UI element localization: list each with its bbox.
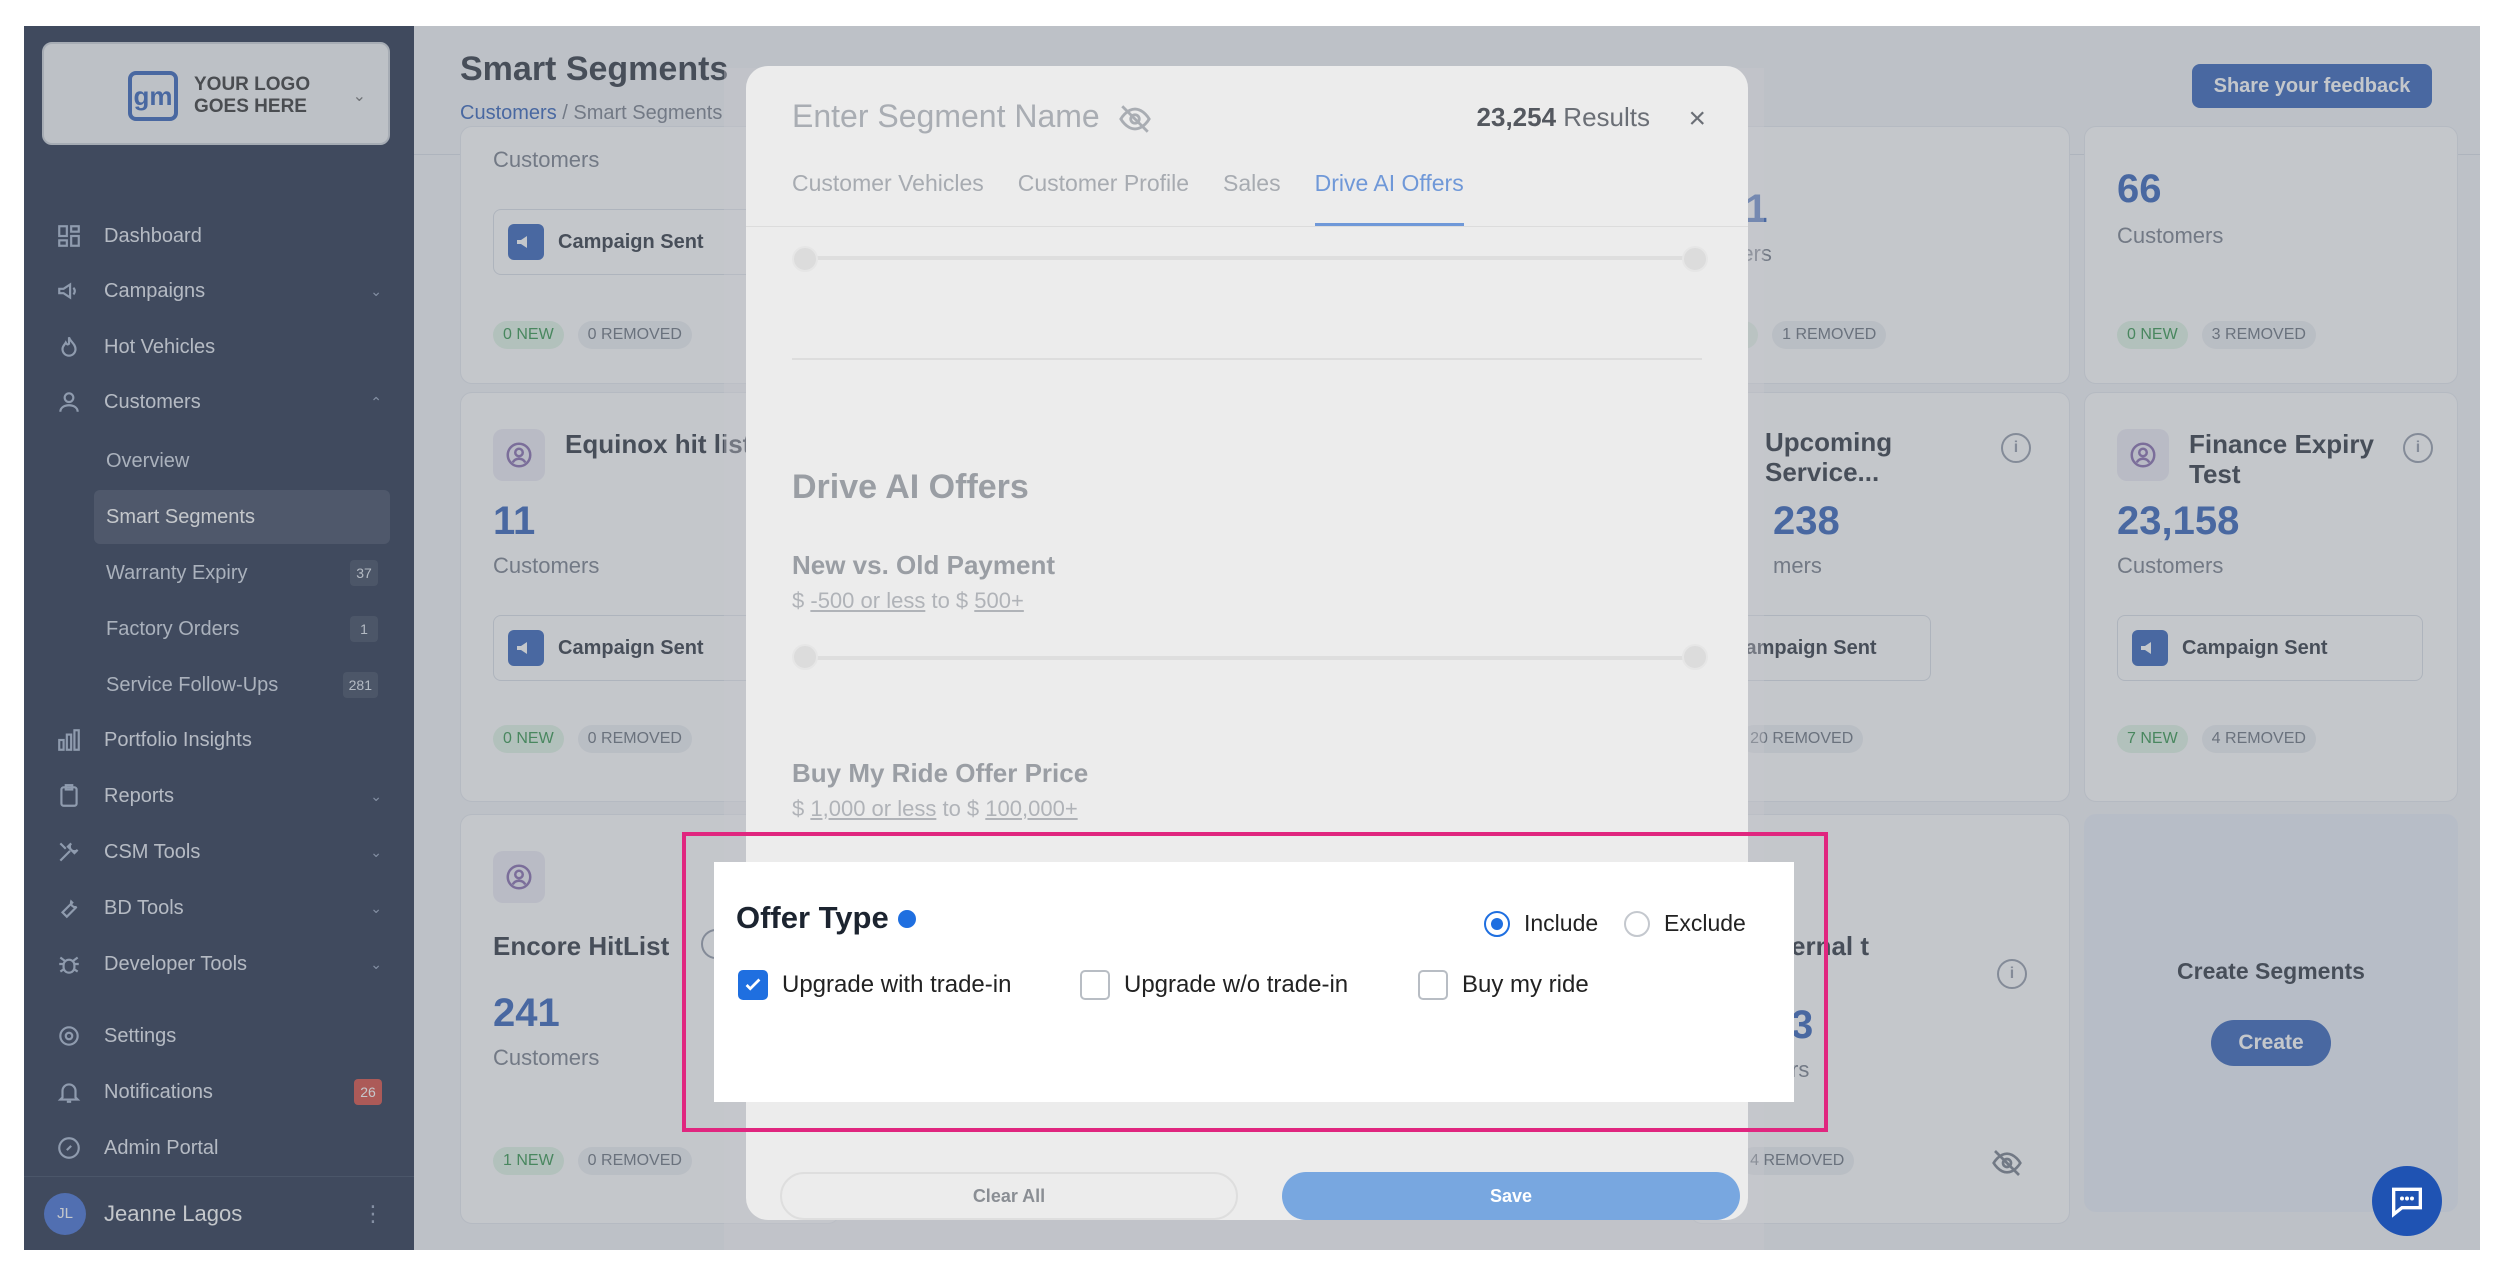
range-slider-max-handle[interactable] [1682,246,1708,272]
app-window: gm YOUR LOGO GOES HERE ⌄ Dashboard Campa… [24,26,2480,1250]
checkbox[interactable] [1080,970,1110,1000]
section-title: Drive AI Offers [792,468,1029,506]
offer-type-filter: Offer Type Include Exclude Upgrade with … [714,862,1794,1102]
results-label: Results [1563,102,1650,132]
checkbox[interactable] [1418,970,1448,1000]
radio-button[interactable] [1624,910,1650,937]
range-min-value[interactable]: 1,000 or less [810,796,936,821]
modal-header: Enter Segment Name 23,254 Results × [746,66,1748,158]
range-slider-min-handle[interactable] [792,644,818,670]
filter-label: Buy My Ride Offer Price [792,758,1089,788]
checkbox-label: Upgrade with trade-in [782,971,1012,998]
filter-range: $ 1,000 or less to $ 100,000+ [792,796,1078,822]
currency-prefix: $ [792,588,805,613]
tab-customer-profile[interactable]: Customer Profile [1018,170,1189,226]
filter-label: New vs. Old Payment [792,550,1055,580]
chat-support-button[interactable] [2372,1166,2442,1236]
tab-drive-ai-offers[interactable]: Drive AI Offers [1314,170,1464,226]
save-button[interactable]: Save [1282,1172,1740,1220]
filter-range: $ -500 or less to $ 500+ [792,588,1024,614]
currency-prefix: $ [792,796,805,821]
checkbox-upgrade-without-trade-in[interactable]: Upgrade w/o trade-in [1080,970,1348,1000]
checkbox-label: Upgrade w/o trade-in [1124,971,1349,998]
modal-tabs: Customer Vehicles Customer Profile Sales… [792,170,1464,226]
range-slider-max-handle[interactable] [1682,644,1708,670]
checkbox-label: Buy my ride [1462,971,1589,998]
results-count: 23,254 Results [1477,102,1650,133]
radio-button-selected[interactable] [1484,910,1510,937]
include-radio[interactable]: Include [1484,910,1598,937]
segment-name-input[interactable]: Enter Segment Name [792,98,1100,135]
tab-customer-vehicles[interactable]: Customer Vehicles [792,170,984,226]
tab-sales[interactable]: Sales [1223,170,1281,226]
divider [746,226,1748,227]
exclude-radio[interactable]: Exclude [1624,910,1746,937]
radio-label: Exclude [1664,910,1746,936]
range-slider-track[interactable] [802,656,1694,660]
divider [792,358,1702,360]
range-max-value[interactable]: 100,000+ [985,796,1077,821]
range-max-value[interactable]: 500+ [974,588,1024,613]
clear-all-button[interactable]: Clear All [780,1172,1238,1220]
checkbox-upgrade-with-trade-in[interactable]: Upgrade with trade-in [738,970,1011,1000]
radio-label: Include [1524,910,1599,936]
close-icon[interactable]: × [1688,102,1706,136]
offer-type-title: Offer Type [736,900,889,935]
range-to: to $ [931,588,969,613]
checkbox-buy-my-ride[interactable]: Buy my ride [1418,970,1589,1000]
range-slider-track[interactable] [802,256,1694,260]
checkbox-checked[interactable] [738,970,768,1000]
active-filter-dot [898,910,916,928]
range-min-value[interactable]: -500 or less [810,588,925,613]
range-slider-min-handle[interactable] [792,246,818,272]
range-to: to $ [942,796,980,821]
chat-bubble-icon [2392,1187,2422,1218]
results-number: 23,254 [1476,102,1557,132]
eye-off-icon[interactable] [1118,102,1152,136]
